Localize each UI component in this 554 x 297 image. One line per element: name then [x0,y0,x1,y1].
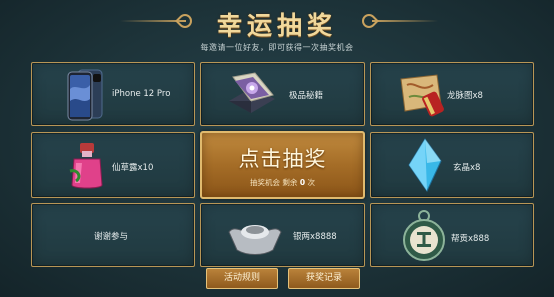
prize-label: 谢谢参与 [94,232,129,242]
prize-label: 帮贡x888 [451,234,490,244]
prize-cell-crystal: 玄晶x8 [370,132,534,198]
prize-cell-potion: 仙草露x10 [31,132,195,198]
prize-label: 极品秘籍 [289,91,324,101]
crystal-icon [408,138,442,193]
header: 幸运抽奖 [0,4,554,40]
draw-button[interactable]: 点击抽奖 抽奖机会 剩余 0 次 [200,131,365,199]
contribution-token-icon [403,210,445,261]
rules-button[interactable]: 活动规则 [206,268,278,289]
prize-cell-silver: 银两x8888 [200,203,365,267]
prize-cell-iphone: iPhone 12 Pro [31,62,195,126]
records-button[interactable]: 获奖记录 [288,268,360,289]
prize-label: 银两x8888 [293,232,337,242]
silver-ingot-icon [228,225,282,255]
scroll-map-icon [400,74,444,117]
page-subtitle: 每邀请一位好友，即可获得一次抽奖机会 [200,43,354,52]
prize-label: 龙脉图x8 [447,91,483,101]
remaining-chances-suffix: 次 [307,178,315,187]
secret-book-icon [229,72,275,113]
prize-cell-dragon-map: 龙脉图x8 [370,62,534,126]
prize-label: iPhone 12 Pro [112,89,171,99]
title-ornament-right [372,20,438,22]
prize-label: 仙草露x10 [112,163,154,173]
prize-cell-contribution: 帮贡x888 [370,203,534,267]
page-title: 幸运抽奖 [216,11,337,40]
draw-button-label: 点击抽奖 [238,147,327,171]
remaining-chances: 抽奖机会 剩余 0 次 [202,177,363,188]
prize-cell-secret-book: 极品秘籍 [200,62,365,126]
potion-icon [69,143,103,189]
phone-icon [67,69,103,121]
remaining-chances-prefix: 抽奖机会 剩余 [250,178,298,187]
remaining-chances-count: 0 [299,178,306,187]
prize-cell-no-prize: 谢谢参与 [31,203,195,267]
prize-label: 玄晶x8 [453,163,481,173]
